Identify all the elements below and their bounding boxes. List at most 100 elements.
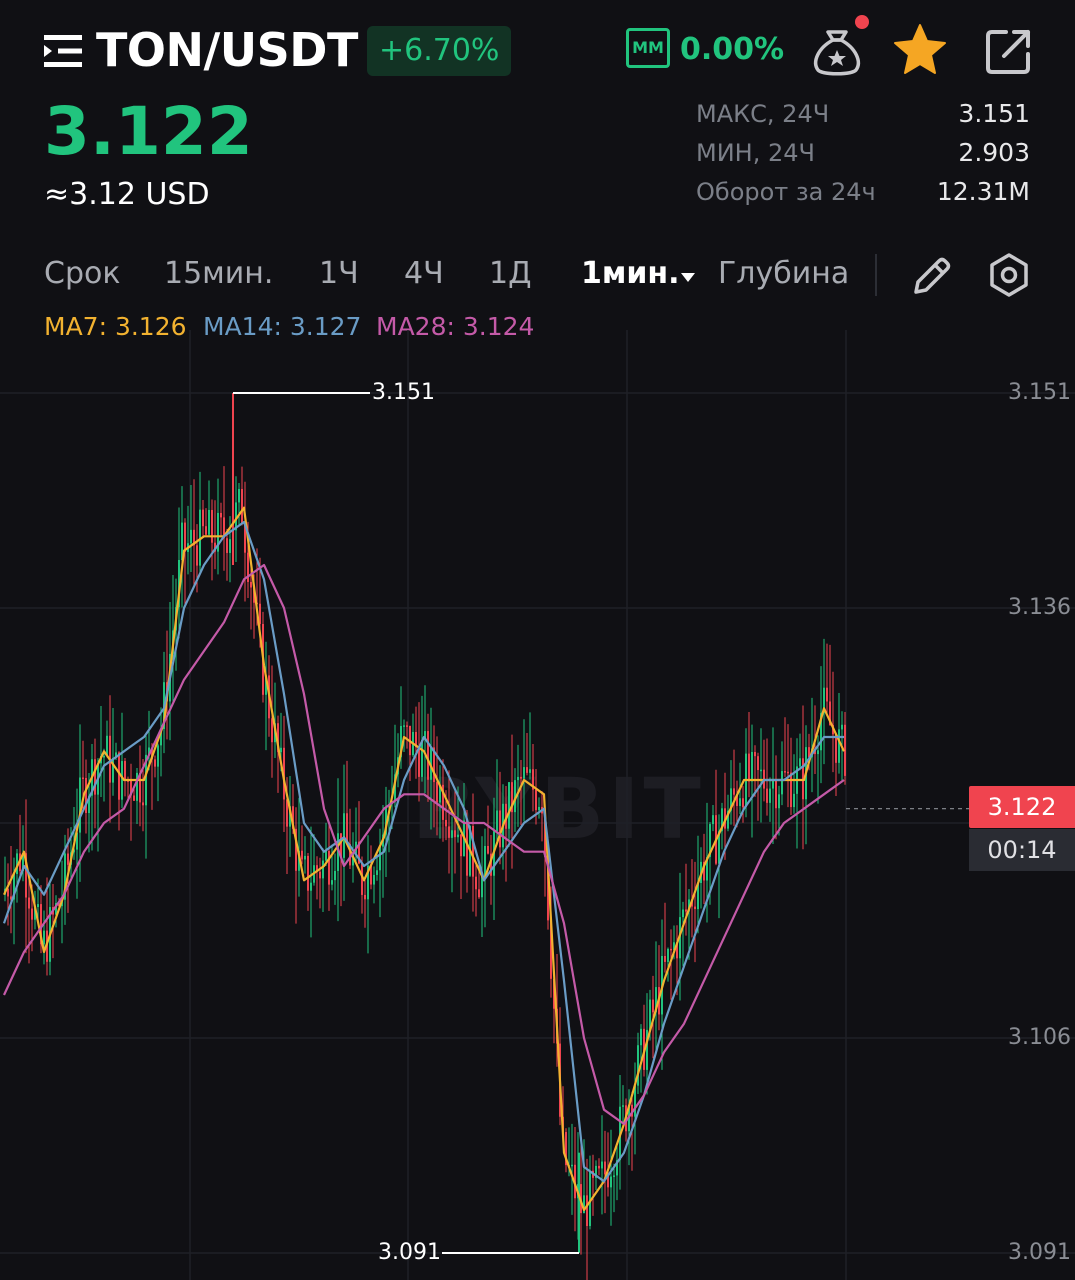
stat-high-label: МАКС, 24Ч xyxy=(696,100,830,128)
candle-body xyxy=(331,880,333,885)
candle-body xyxy=(478,889,480,898)
candle-body xyxy=(319,871,321,879)
candle-body xyxy=(613,1175,615,1177)
candle-body xyxy=(484,845,486,877)
candle-body xyxy=(301,850,303,860)
candle-body xyxy=(601,1161,603,1169)
candle-body xyxy=(742,798,744,808)
candle-body xyxy=(241,489,243,524)
candle-body xyxy=(205,526,207,535)
candle-body xyxy=(817,750,819,755)
candle-body xyxy=(826,687,828,702)
candle-body xyxy=(436,782,438,803)
candle-body xyxy=(520,776,522,779)
candle-body xyxy=(739,798,741,806)
candle-body xyxy=(124,761,126,781)
candle-body xyxy=(103,755,105,758)
usd-price: ≈3.12 USD xyxy=(44,177,210,212)
candle-body xyxy=(487,845,489,854)
candle-body xyxy=(784,771,786,773)
candle-body xyxy=(31,908,33,920)
candle-body xyxy=(457,834,459,838)
candle-body xyxy=(79,777,81,833)
candle-body xyxy=(343,813,345,858)
candle-body xyxy=(454,830,456,838)
pair-title[interactable]: TON/USDT xyxy=(96,22,358,78)
candle-body xyxy=(325,851,327,861)
candle-body xyxy=(685,909,687,912)
candle-body xyxy=(307,855,309,891)
candle-body xyxy=(604,1161,606,1175)
candle-body xyxy=(133,795,135,801)
candle-body xyxy=(28,897,30,909)
tab-1h[interactable]: 1Ч xyxy=(319,252,359,296)
candle-body xyxy=(202,509,204,527)
candle-body xyxy=(775,779,777,809)
candle-body xyxy=(427,731,429,780)
candle-body xyxy=(229,539,231,553)
high-marker-label: 3.151 xyxy=(372,380,435,405)
candle-body xyxy=(37,904,39,908)
candle-body xyxy=(496,810,498,832)
candle-body xyxy=(535,789,537,811)
settings-icon[interactable] xyxy=(986,252,1032,298)
candle-body xyxy=(667,948,669,962)
last-price: 3.122 xyxy=(44,93,253,170)
candle-body xyxy=(208,509,210,535)
candle-body xyxy=(238,489,240,503)
candle-body xyxy=(373,874,375,885)
candle-body xyxy=(82,777,84,780)
candle-body xyxy=(733,788,735,795)
candle-body xyxy=(406,725,408,727)
price-chart[interactable] xyxy=(0,330,1075,1280)
tab-depth[interactable]: Глубина xyxy=(718,252,849,296)
candle-body xyxy=(508,782,510,829)
candle-body xyxy=(43,930,45,945)
candle-body xyxy=(622,1105,624,1107)
y-tick-label: 3.106 xyxy=(1008,1025,1071,1050)
mm-icon: MM xyxy=(626,28,670,68)
candle-body xyxy=(448,826,450,838)
candle-body xyxy=(694,906,696,910)
candle-body xyxy=(526,767,528,773)
candle-body xyxy=(682,909,684,918)
candle-body xyxy=(118,752,120,800)
tab-1m[interactable]: 1мин. xyxy=(581,252,680,296)
candle-body xyxy=(598,1165,600,1169)
y-tick-label: 3.151 xyxy=(1008,380,1071,405)
star-icon[interactable] xyxy=(892,22,948,78)
candle-body xyxy=(142,802,144,806)
tab-15m[interactable]: 15мин. xyxy=(164,252,273,296)
candle-body xyxy=(310,882,312,891)
candle-body xyxy=(670,948,672,951)
menu-icon[interactable] xyxy=(44,34,84,68)
moneybag-icon[interactable] xyxy=(806,14,870,78)
mm-value[interactable]: 0.00% xyxy=(680,28,784,72)
candle-body xyxy=(322,860,324,879)
pencil-icon[interactable] xyxy=(910,254,954,298)
candle-body xyxy=(94,759,96,795)
candle-body xyxy=(766,788,768,803)
candle-body xyxy=(841,724,843,730)
tab-4h[interactable]: 4Ч xyxy=(404,252,444,296)
tab-1d[interactable]: 1Д xyxy=(489,252,532,296)
candle-body xyxy=(754,751,756,757)
candle-body xyxy=(538,806,540,811)
candle-body xyxy=(589,1170,591,1227)
candle-body xyxy=(475,876,477,890)
candle-body xyxy=(451,830,453,838)
caret-down-icon[interactable] xyxy=(680,268,696,282)
candle-body xyxy=(445,819,447,827)
candle-body xyxy=(787,771,789,774)
candle-body xyxy=(790,772,792,808)
external-link-icon[interactable] xyxy=(984,26,1034,76)
candle-body xyxy=(403,725,405,727)
low-marker-label: 3.091 xyxy=(378,1240,441,1265)
y-tick-label: 3.091 xyxy=(1008,1240,1071,1265)
change-badge: +6.70% xyxy=(367,26,512,76)
candle-body xyxy=(220,512,222,518)
tab-divider xyxy=(875,254,877,296)
candle-body xyxy=(640,1028,642,1046)
tab-term[interactable]: Срок xyxy=(44,252,120,296)
stat-turnover-label: Оборот за 24ч xyxy=(696,178,876,206)
